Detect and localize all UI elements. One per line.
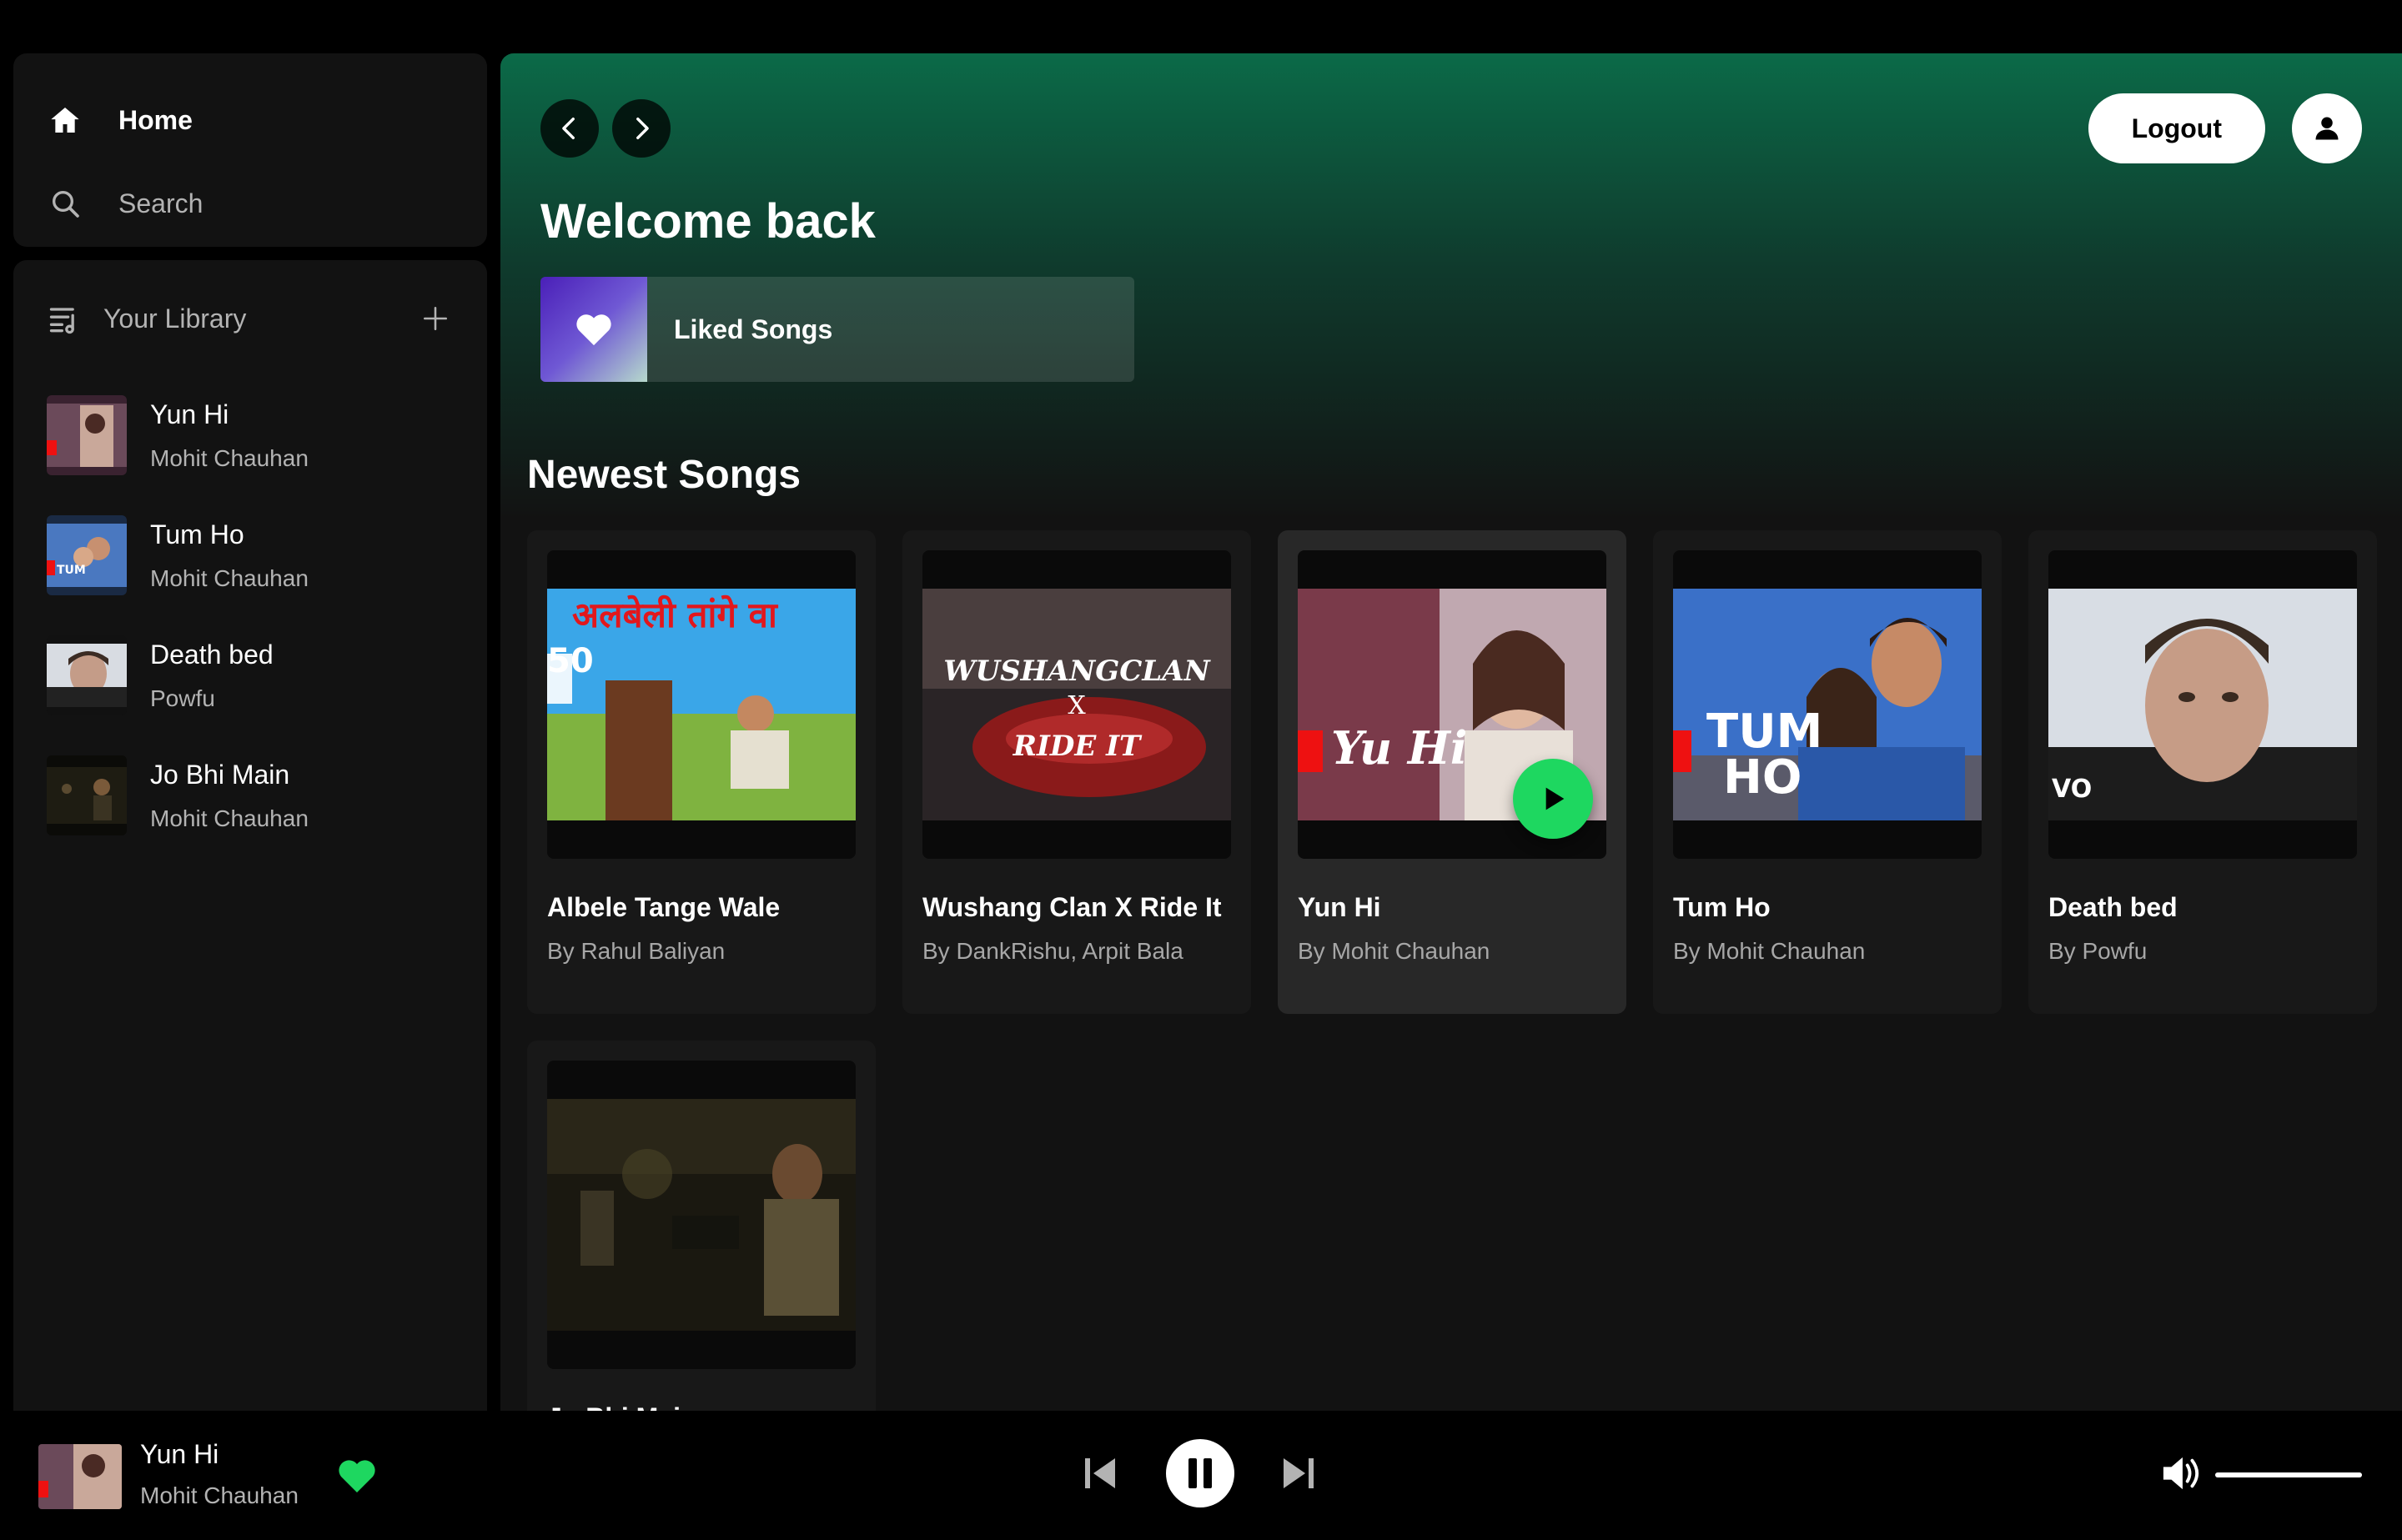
song-card-art: TUM HO bbox=[1673, 550, 1982, 859]
play-icon bbox=[1545, 787, 1565, 810]
nav-home-label: Home bbox=[118, 104, 193, 135]
svg-text:X: X bbox=[1068, 691, 1086, 720]
forward-button[interactable] bbox=[612, 99, 671, 158]
main-content: Logout Welcome back Liked Songs Newest S… bbox=[500, 53, 2402, 1411]
back-button[interactable] bbox=[540, 99, 599, 158]
volume-icon[interactable] bbox=[2160, 1454, 2202, 1492]
library-icon[interactable] bbox=[47, 300, 83, 337]
svg-text:HO: HO bbox=[1723, 750, 1802, 805]
skip-back-icon bbox=[1085, 1458, 1115, 1488]
song-card-art: VO bbox=[2048, 550, 2357, 859]
song-card-artist: By Mohit Chauhan bbox=[1673, 938, 1866, 964]
search-icon bbox=[47, 185, 83, 222]
library-item-thumbnail bbox=[47, 755, 127, 835]
library-item-thumbnail bbox=[47, 395, 127, 475]
nav-panel: Home Search bbox=[13, 53, 487, 247]
heart-icon bbox=[576, 314, 611, 346]
song-card-art: Yu Hi bbox=[1298, 550, 1606, 859]
song-card[interactable]: VO Death bed By Powfu bbox=[2028, 530, 2377, 1014]
library-title[interactable]: Your Library bbox=[103, 303, 417, 334]
song-card-artist: By DankRishu, Arpit Bala bbox=[922, 938, 1183, 964]
now-playing-title[interactable]: Yun Hi bbox=[140, 1439, 219, 1470]
library-item[interactable]: Yun Hi Mohit Chauhan bbox=[47, 375, 454, 495]
library-item-artist: Mohit Chauhan bbox=[150, 444, 309, 471]
library-item-title: Jo Bhi Main bbox=[150, 759, 290, 790]
liked-songs-art bbox=[540, 277, 647, 382]
library-item-title: Yun Hi bbox=[150, 399, 229, 429]
heart-filled-icon bbox=[339, 1460, 375, 1492]
svg-text:अलबेली तांगे वा: अलबेली तांगे वा bbox=[572, 594, 779, 635]
library-item[interactable]: Death bed Powfu bbox=[47, 615, 454, 735]
pause-button[interactable] bbox=[1166, 1439, 1234, 1507]
volume-slider-fill bbox=[2215, 1472, 2362, 1477]
now-playing-artist[interactable]: Mohit Chauhan bbox=[140, 1482, 299, 1509]
song-card-artist: By Rahul Baliyan bbox=[547, 938, 726, 964]
chevron-right-icon bbox=[636, 117, 649, 140]
liked-songs-tile[interactable]: Liked Songs bbox=[540, 277, 1134, 382]
chevron-left-icon bbox=[562, 117, 575, 140]
pause-icon bbox=[1188, 1458, 1212, 1488]
song-card-art: WUSHANGCLAN X RIDE IT bbox=[922, 550, 1231, 859]
song-card-art: अलबेली तांगे वा 50 bbox=[547, 550, 856, 859]
svg-text:Yu Hi: Yu Hi bbox=[1331, 721, 1467, 775]
library-item[interactable]: Jo Bhi Main Mohit Chauhan bbox=[47, 735, 454, 855]
nav-search[interactable]: Search bbox=[47, 162, 454, 245]
top-bar: Logout bbox=[540, 93, 2362, 163]
song-card[interactable]: WUSHANGCLAN X RIDE IT Wushang Clan X Rid… bbox=[902, 530, 1251, 1014]
user-icon bbox=[2315, 117, 2339, 140]
now-playing-thumbnail[interactable] bbox=[38, 1444, 122, 1509]
library-panel: Your Library Yun Hi Mohit Chauhan TUM Tu… bbox=[13, 260, 487, 1411]
library-item-title: Death bed bbox=[150, 639, 274, 670]
add-playlist-button[interactable] bbox=[417, 300, 454, 337]
song-card-title: Death bed bbox=[2048, 892, 2178, 922]
library-item-thumbnail bbox=[47, 635, 127, 715]
nav-search-label: Search bbox=[118, 188, 204, 218]
song-card-artist: By Powfu bbox=[2048, 938, 2148, 964]
song-card-title: Albele Tange Wale bbox=[547, 892, 781, 922]
svg-text:VO: VO bbox=[2052, 775, 2092, 804]
library-item-thumbnail: TUM bbox=[47, 515, 127, 595]
song-card[interactable]: अलबेली तांगे वा 50 Albele Tange Wale By … bbox=[527, 530, 876, 1014]
song-card-title: Tum Ho bbox=[1673, 892, 1771, 922]
song-card[interactable]: Jo Bhi Main bbox=[527, 1041, 876, 1411]
library-item[interactable]: TUM Tum Ho Mohit Chauhan bbox=[47, 495, 454, 615]
previous-button[interactable] bbox=[1079, 1436, 1121, 1511]
song-card[interactable]: TUM HO Tum Ho By Mohit Chauhan bbox=[1653, 530, 2002, 1014]
library-list: Yun Hi Mohit Chauhan TUM Tum Ho Mohit Ch… bbox=[47, 375, 454, 855]
song-card-title: Jo Bhi Main bbox=[547, 1402, 856, 1411]
play-button[interactable] bbox=[1513, 759, 1593, 839]
song-card-artist: By Mohit Chauhan bbox=[1298, 938, 1490, 964]
user-profile-button[interactable] bbox=[2292, 93, 2362, 163]
svg-text:RIDE IT: RIDE IT bbox=[1013, 730, 1143, 763]
like-button[interactable] bbox=[337, 1457, 377, 1494]
next-button[interactable] bbox=[1278, 1436, 1319, 1511]
svg-text:50: 50 bbox=[547, 642, 594, 680]
library-header: Your Library bbox=[47, 285, 454, 352]
logout-button[interactable]: Logout bbox=[2088, 93, 2265, 163]
skip-forward-icon bbox=[1284, 1458, 1314, 1488]
svg-text:WUSHANGCLAN: WUSHANGCLAN bbox=[943, 655, 1211, 688]
library-item-artist: Mohit Chauhan bbox=[150, 564, 309, 591]
player-bar: Yun Hi Mohit Chauhan bbox=[0, 1411, 2402, 1540]
library-item-artist: Powfu bbox=[150, 685, 215, 711]
song-card[interactable]: Yu Hi Yun Hi By Mohit Chauhan bbox=[1278, 530, 1626, 1014]
nav-home[interactable]: Home bbox=[47, 78, 454, 162]
library-item-title: Tum Ho bbox=[150, 519, 244, 549]
svg-text:TUM: TUM bbox=[57, 564, 86, 577]
song-card-art bbox=[547, 1061, 856, 1369]
library-item-artist: Mohit Chauhan bbox=[150, 805, 309, 831]
page-title: Welcome back bbox=[540, 194, 876, 248]
volume-slider[interactable] bbox=[2215, 1472, 2362, 1477]
section-title: Newest Songs bbox=[527, 453, 802, 497]
song-card-title: Yun Hi bbox=[1298, 892, 1381, 922]
home-icon bbox=[47, 102, 83, 138]
song-card-title: Wushang Clan X Ride It bbox=[922, 892, 1222, 922]
liked-songs-label: Liked Songs bbox=[674, 314, 833, 344]
